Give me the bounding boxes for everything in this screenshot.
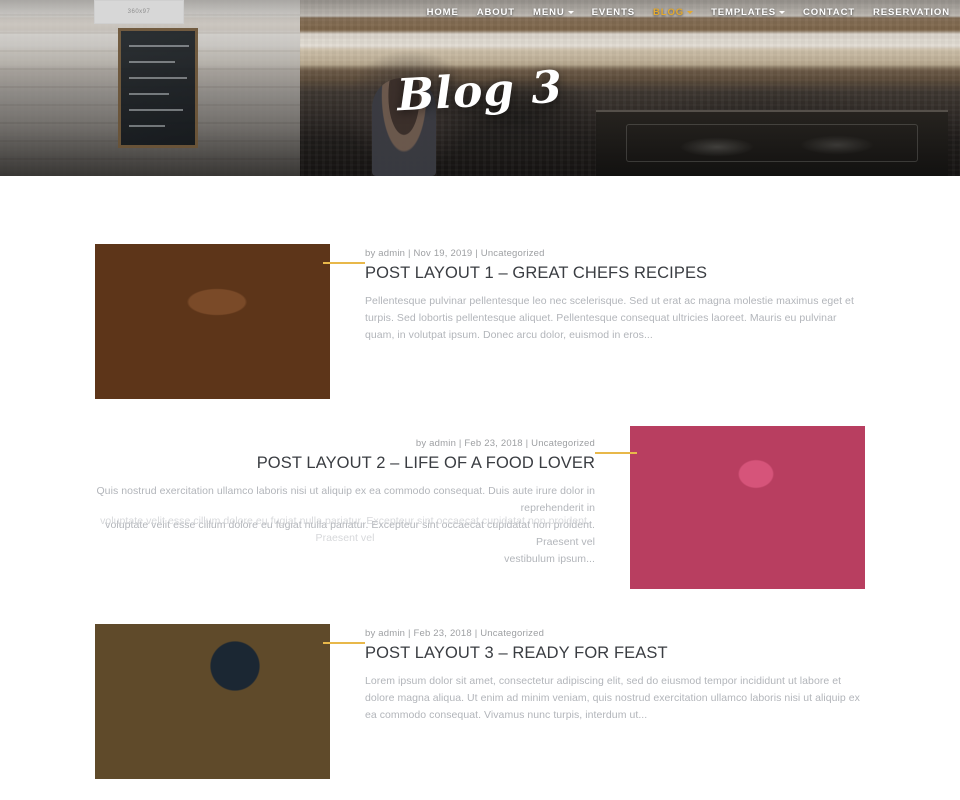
post-excerpt: Quis nostrud exercitation ullamco labori… bbox=[95, 483, 595, 568]
hero-banner: Blog 3 360x97 HOME ABOUT MENU EVENTS BLOG TEM… bbox=[0, 0, 960, 176]
nav-item-blog[interactable]: BLOG bbox=[653, 6, 694, 18]
post-title[interactable]: POST LAYOUT 3 – READY FOR FEAST bbox=[365, 643, 865, 664]
nav-item-about[interactable]: ABOUT bbox=[477, 7, 515, 18]
post-title[interactable]: POST LAYOUT 1 – GREAT CHEFS RECIPES bbox=[365, 263, 865, 284]
logo-placeholder-label: 360x97 bbox=[127, 9, 151, 15]
post-excerpt: Pellentesque pulvinar pellentesque leo n… bbox=[365, 294, 854, 341]
site-logo[interactable]: 360x97 bbox=[94, 0, 184, 24]
post-accent-rule bbox=[595, 452, 637, 454]
post-text-block: by admin | Feb 23, 2018 | Uncategorized P… bbox=[365, 628, 865, 724]
post-excerpt: Lorem ipsum dolor sit amet, consectetur … bbox=[365, 674, 860, 721]
blog-post: by admin | Nov 19, 2019 | Uncategorized P… bbox=[95, 244, 865, 434]
nav-item-menu[interactable]: MENU bbox=[533, 7, 574, 18]
nav-item-label: RESERVATION bbox=[873, 6, 950, 18]
blog-post: by admin | Feb 23, 2018 | Uncategorized P… bbox=[95, 624, 865, 800]
post-excerpt-line: vestibulum ipsum... bbox=[504, 552, 595, 565]
post-thumbnail[interactable] bbox=[95, 244, 330, 399]
post-meta: by admin | Feb 23, 2018 | Uncategorized bbox=[365, 628, 545, 639]
hero-espresso-machine bbox=[596, 110, 948, 176]
nav-item-templates[interactable]: TEMPLATES bbox=[711, 7, 785, 18]
post-title[interactable]: POST LAYOUT 2 – LIFE OF A FOOD LOVER bbox=[95, 453, 595, 474]
main-navigation: HOME ABOUT MENU EVENTS BLOG TEMPLATES CONTACT R… bbox=[427, 0, 950, 24]
post-excerpt-line: Quis nostrud exercitation ullamco labori… bbox=[96, 484, 595, 514]
nav-item-label: HOME bbox=[426, 6, 459, 18]
chevron-down-icon bbox=[687, 11, 694, 14]
nav-item-home[interactable]: HOME bbox=[427, 7, 459, 18]
nav-item-label: EVENTS bbox=[591, 6, 636, 18]
nav-item-label: ABOUT bbox=[476, 6, 516, 18]
post-thumbnail[interactable] bbox=[630, 426, 865, 589]
nav-item-events[interactable]: EVENTS bbox=[592, 7, 635, 18]
post-text-block: by admin | Feb 23, 2018 | Uncategorized P… bbox=[95, 438, 595, 568]
nav-item-reservation[interactable]: RESERVATION bbox=[873, 7, 950, 18]
site-header: 360x97 HOME ABOUT MENU EVENTS BLOG TEMPLATES C… bbox=[0, 0, 960, 24]
nav-item-label: MENU bbox=[533, 6, 565, 18]
post-accent-rule bbox=[323, 262, 365, 264]
post-excerpt-line: voluptate velit esse cillum dolore eu fu… bbox=[95, 513, 595, 551]
post-text-block: by admin | Nov 19, 2019 | Uncategorized P… bbox=[365, 248, 865, 344]
nav-item-label: TEMPLATES bbox=[711, 6, 776, 18]
nav-item-label: BLOG bbox=[653, 6, 685, 18]
post-accent-rule bbox=[323, 642, 365, 644]
blog-post-list: by admin | Nov 19, 2019 | Uncategorized P… bbox=[0, 176, 960, 800]
nav-item-contact[interactable]: CONTACT bbox=[803, 7, 855, 18]
post-thumbnail[interactable] bbox=[95, 624, 330, 779]
nav-item-label: CONTACT bbox=[803, 6, 856, 18]
post-meta: by admin | Nov 19, 2019 | Uncategorized bbox=[365, 248, 545, 259]
chevron-down-icon bbox=[779, 11, 785, 14]
post-meta: by admin | Feb 23, 2018 | Uncategorized bbox=[415, 438, 595, 449]
blog-post: by admin | Feb 23, 2018 | Uncategorized P… bbox=[95, 426, 865, 624]
chevron-down-icon bbox=[567, 11, 574, 14]
